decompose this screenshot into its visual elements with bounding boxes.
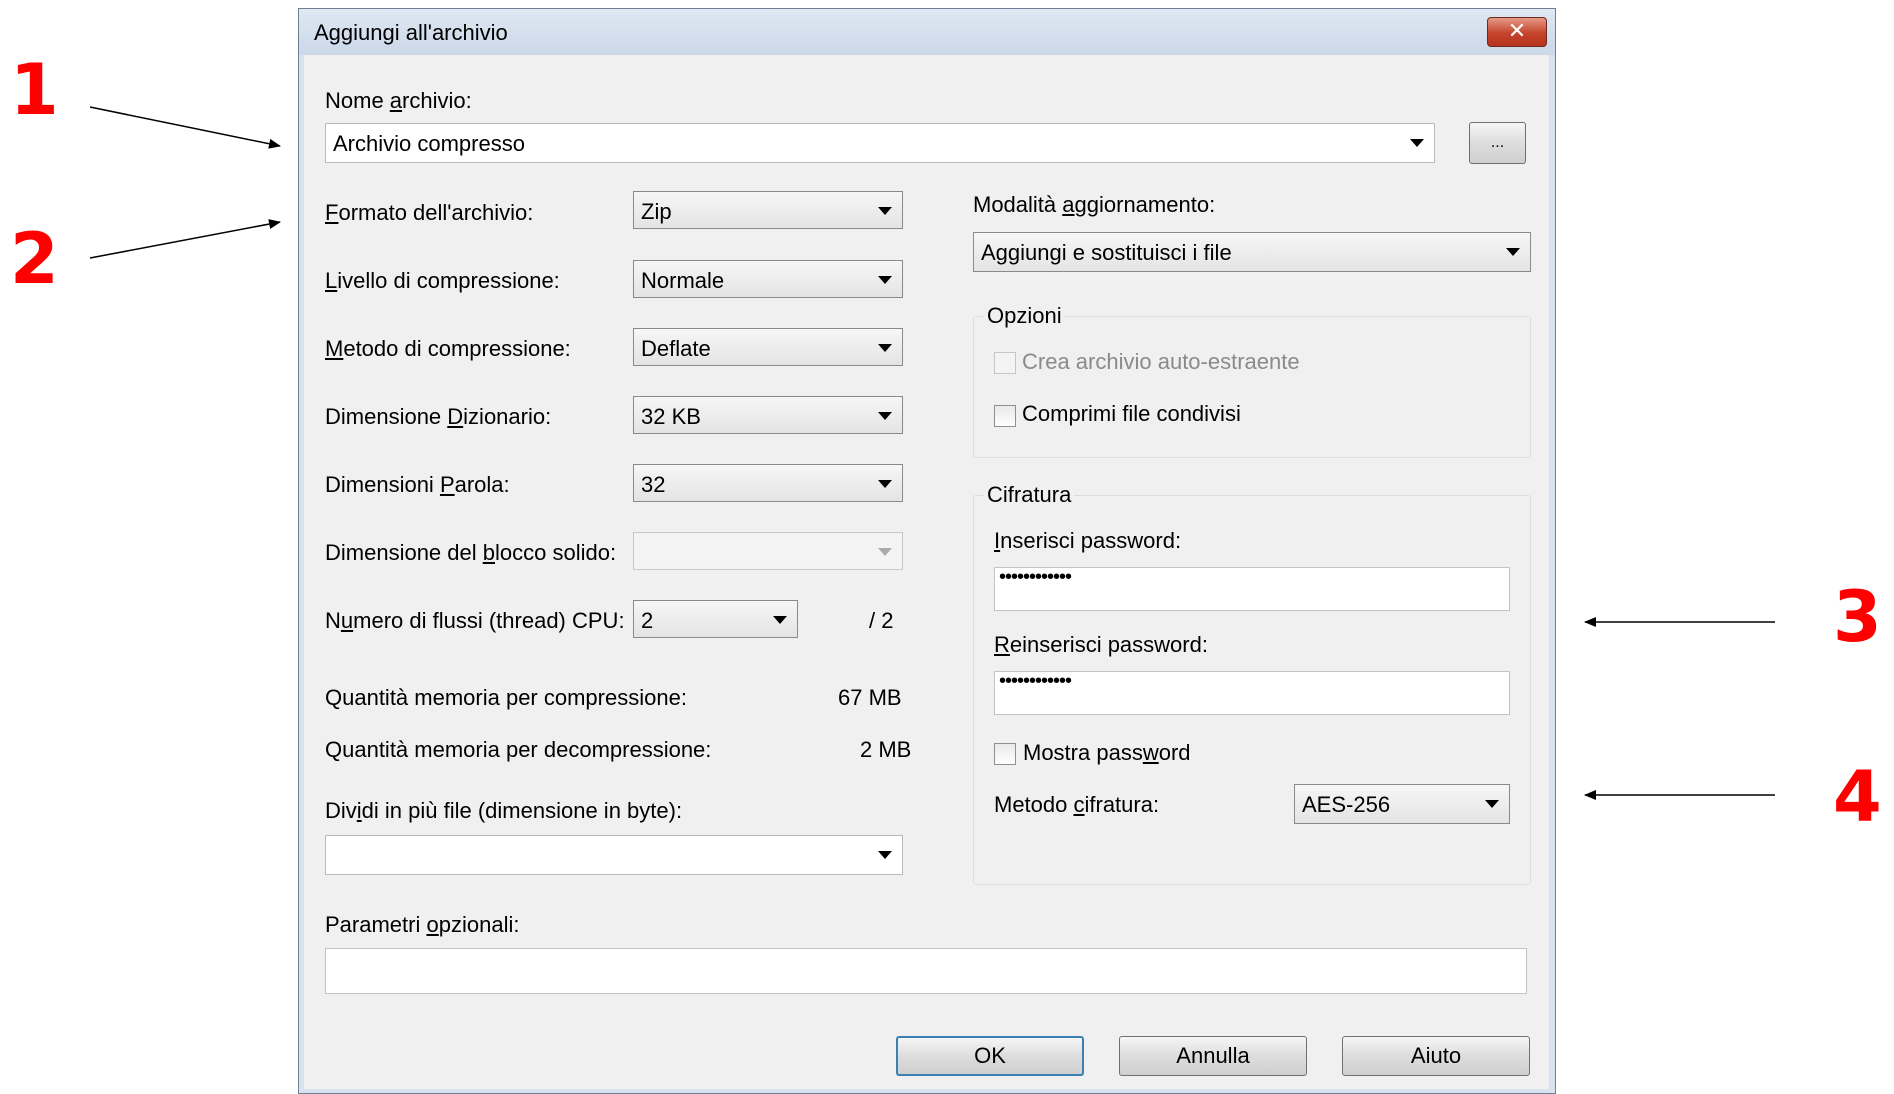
- archive-format-label: Formato dell'archivio:: [325, 200, 534, 225]
- compression-level-select[interactable]: Normale: [633, 260, 903, 298]
- help-button[interactable]: Aiuto: [1342, 1036, 1530, 1076]
- solid-block-size-select: [633, 532, 903, 570]
- chevron-down-icon: [878, 412, 892, 420]
- chevron-down-icon: [878, 548, 892, 556]
- reenter-password-input[interactable]: ••••••••••••: [994, 670, 1510, 715]
- archive-name-value: Archivio compresso: [333, 131, 525, 156]
- cpu-threads-max: / 2: [869, 608, 894, 633]
- dialog-title: Aggiungi all'archivio: [314, 20, 508, 45]
- encryption-group-title: Cifratura: [984, 482, 1075, 508]
- update-mode-value: Aggiungi e sostituisci i file: [981, 240, 1232, 265]
- enter-password-value: ••••••••••••: [999, 566, 1072, 588]
- title-bar[interactable]: Aggiungi all'archivio ✕: [299, 9, 1555, 55]
- annotation-number-1: 1: [10, 49, 59, 131]
- annotation-number-3: 3: [1833, 576, 1882, 658]
- dictionary-size-select[interactable]: 32 KB: [633, 396, 903, 434]
- encryption-method-select[interactable]: AES-256: [1294, 784, 1510, 824]
- enter-password-label: Inserisci password:: [994, 528, 1182, 553]
- options-group-title: Opzioni: [984, 303, 1065, 329]
- cpu-threads-value: 2: [641, 608, 654, 633]
- show-password-checkbox[interactable]: [994, 743, 1016, 765]
- dialog-client-area: Nome archivio: Archivio compresso ... Fo…: [304, 55, 1549, 1089]
- browse-button[interactable]: ...: [1469, 122, 1526, 164]
- arrow-2: [89, 219, 281, 259]
- archive-format-value: Zip: [641, 199, 672, 224]
- word-size-label: Dimensioni Parola:: [325, 472, 510, 497]
- sfx-checkbox: [994, 352, 1016, 374]
- sfx-label: Crea archivio auto-estraente: [1022, 349, 1300, 374]
- word-size-select[interactable]: 32: [633, 464, 903, 502]
- optional-parameters-input[interactable]: [325, 948, 1527, 994]
- update-mode-label: Modalità aggiornamento:: [973, 192, 1216, 217]
- memory-compression-value: 67 MB: [838, 685, 902, 710]
- reenter-password-value: ••••••••••••: [999, 670, 1072, 692]
- archive-format-select[interactable]: Zip: [633, 191, 903, 229]
- compression-method-label: Metodo di compressione:: [325, 336, 571, 361]
- archive-name-label: Nome archivio:: [325, 88, 472, 113]
- word-size-value: 32: [641, 472, 666, 497]
- encryption-method-value: AES-256: [1302, 792, 1391, 817]
- compression-method-select[interactable]: Deflate: [633, 328, 903, 366]
- close-button[interactable]: ✕: [1487, 17, 1547, 47]
- cancel-button[interactable]: Annulla: [1119, 1036, 1307, 1076]
- dictionary-size-value: 32 KB: [641, 404, 701, 429]
- chevron-down-icon: [878, 344, 892, 352]
- dictionary-size-label: Dimensione Dizionario:: [325, 404, 552, 429]
- chevron-down-icon: [773, 616, 787, 624]
- optional-parameters-label: Parametri opzionali:: [325, 912, 520, 937]
- update-mode-select[interactable]: Aggiungi e sostituisci i file: [973, 232, 1531, 272]
- annotation-number-2: 2: [10, 218, 59, 300]
- chevron-down-icon: [878, 480, 892, 488]
- chevron-down-icon: [1506, 248, 1520, 256]
- arrow-1: [89, 106, 281, 149]
- enter-password-input[interactable]: ••••••••••••: [994, 566, 1510, 611]
- show-password-label[interactable]: Mostra password: [1023, 740, 1191, 766]
- split-volumes-label: Dividi in più file (dimensione in byte):: [325, 798, 683, 823]
- add-to-archive-dialog: Aggiungi all'archivio ✕ Nome archivio: A…: [298, 8, 1556, 1094]
- encryption-method-label: Metodo cifratura:: [994, 792, 1160, 817]
- cpu-threads-select[interactable]: 2: [633, 600, 798, 638]
- compression-level-label: Livello di compressione:: [325, 268, 560, 293]
- compress-shared-files-label[interactable]: Comprimi file condivisi: [1022, 401, 1241, 427]
- reenter-password-label: Reinserisci password:: [994, 632, 1208, 657]
- split-volumes-combo[interactable]: [325, 835, 903, 875]
- chevron-down-icon: [878, 276, 892, 284]
- chevron-down-icon: [1485, 800, 1499, 808]
- chevron-down-icon: [878, 207, 892, 215]
- chevron-down-icon: [878, 851, 892, 859]
- close-icon: ✕: [1507, 19, 1527, 44]
- memory-decompression-value: 2 MB: [860, 737, 912, 762]
- compression-method-value: Deflate: [641, 336, 711, 361]
- memory-decompression-label: Quantità memoria per decompressione:: [325, 737, 712, 762]
- annotation-number-4: 4: [1833, 756, 1882, 838]
- memory-compression-label: Quantità memoria per compressione:: [325, 685, 687, 710]
- solid-block-size-label: Dimensione del blocco solido:: [325, 540, 617, 565]
- options-group: [973, 316, 1531, 458]
- chevron-down-icon: [1410, 139, 1424, 147]
- compress-shared-files-checkbox[interactable]: [994, 405, 1016, 427]
- compression-level-value: Normale: [641, 268, 725, 293]
- ok-button[interactable]: OK: [896, 1036, 1084, 1076]
- archive-name-combo[interactable]: Archivio compresso: [325, 123, 1435, 163]
- cpu-threads-label: Numero di flussi (thread) CPU:: [325, 608, 625, 633]
